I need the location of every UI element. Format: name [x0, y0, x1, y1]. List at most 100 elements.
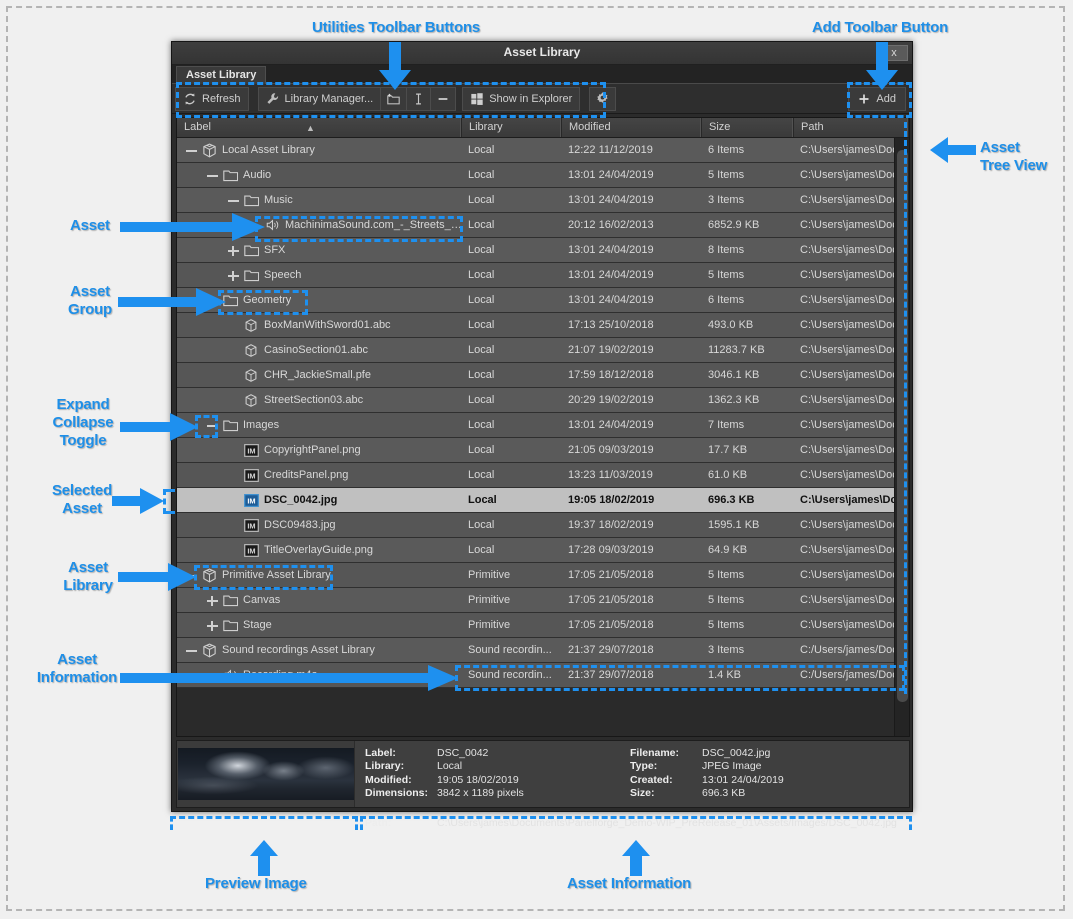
tree-rows: Local Asset LibraryLocal12:22 11/12/2019… [177, 138, 909, 688]
row-modified-cell: 21:37 29/07/2018 [562, 644, 702, 656]
expand-collapse-spacer [227, 444, 240, 457]
annotation-asset-group: Asset Group [41, 283, 139, 319]
info-row: Library:Local [365, 760, 524, 772]
refresh-icon [183, 92, 197, 106]
table-row[interactable]: CHR_JackieSmall.pfeLocal17:59 18/12/2018… [177, 363, 909, 388]
table-row[interactable]: SFXLocal13:01 24/04/20198 ItemsC:\Users\… [177, 238, 909, 263]
table-row[interactable]: IMCopyrightPanel.pngLocal21:05 09/03/201… [177, 438, 909, 463]
info-row-path: Path:C:\Users\james\Documents\Panelforge… [365, 817, 897, 829]
row-size-cell: 3 Items [702, 644, 794, 656]
table-row[interactable]: CasinoSection01.abcLocal21:07 19/02/2019… [177, 338, 909, 363]
row-modified-cell: 13:01 24/04/2019 [562, 269, 702, 281]
expand-toggle-icon[interactable] [227, 269, 240, 282]
table-row[interactable]: StreetSection03.abcLocal20:29 19/02/2019… [177, 388, 909, 413]
column-header-size[interactable]: Size [702, 118, 794, 137]
table-row[interactable]: IMCreditsPanel.pngLocal13:23 11/03/20196… [177, 463, 909, 488]
add-button[interactable]: Add [848, 87, 906, 111]
row-size-cell: 11283.7 KB [702, 344, 794, 356]
row-library-cell: Sound recordin... [462, 669, 562, 681]
info-field-key: Dimensions: [365, 787, 437, 799]
table-row[interactable]: BoxManWithSword01.abcLocal17:13 25/10/20… [177, 313, 909, 338]
expand-collapse-spacer [227, 344, 240, 357]
table-row[interactable]: Sound recordings Asset LibrarySound reco… [177, 638, 909, 663]
table-row[interactable]: Local Asset LibraryLocal12:22 11/12/2019… [177, 138, 909, 163]
tab-asset-library[interactable]: Asset Library [176, 66, 266, 84]
expand-toggle-icon[interactable] [206, 594, 219, 607]
arrow-asset-tree-view [930, 137, 976, 163]
info-field-key: Created: [630, 774, 702, 786]
table-row[interactable]: IMDSC09483.jpgLocal19:37 18/02/20191595.… [177, 513, 909, 538]
collapse-toggle-icon[interactable] [206, 419, 219, 432]
row-label-text: Speech [264, 269, 301, 281]
table-row[interactable]: SpeechLocal13:01 24/04/20195 ItemsC:\Use… [177, 263, 909, 288]
table-row[interactable]: Primitive Asset LibraryPrimitive17:05 21… [177, 563, 909, 588]
refresh-button[interactable]: Refresh [175, 87, 249, 111]
tree-vertical-scrollbar[interactable] [894, 138, 909, 736]
row-label-text: CopyrightPanel.png [264, 444, 361, 456]
table-row[interactable]: MusicLocal13:01 24/04/20193 ItemsC:\User… [177, 188, 909, 213]
image-icon: IM [243, 492, 259, 508]
row-size-cell: 493.0 KB [702, 319, 794, 331]
row-modified-cell: 21:05 09/03/2019 [562, 444, 702, 456]
row-size-cell: 1.4 KB [702, 669, 794, 681]
info-field-value: JPEG Image [702, 760, 762, 772]
show-in-explorer-button[interactable]: Show in Explorer [462, 87, 580, 111]
asset-tree-view[interactable]: Label ▲ Library Modified Size Path Local… [176, 117, 910, 737]
row-size-cell: 61.0 KB [702, 469, 794, 481]
annotation-asset-information-left: Asset Information [18, 651, 136, 687]
library-manager-button[interactable]: Library Manager... [258, 87, 381, 111]
image-icon: IM [243, 542, 259, 558]
expand-toggle-icon[interactable] [227, 244, 240, 257]
expand-toggle-icon[interactable] [206, 619, 219, 632]
svg-text:IM: IM [247, 546, 255, 555]
row-library-cell: Local [462, 469, 562, 481]
info-field-value: 19:05 18/02/2019 [437, 774, 519, 786]
column-header-label-text: Label [184, 121, 211, 133]
table-row[interactable]: IMDSC_0042.jpgLocal19:05 18/02/2019696.3… [177, 488, 909, 513]
collapse-toggle-icon[interactable] [185, 644, 198, 657]
rename-button[interactable] [406, 87, 430, 111]
row-library-cell: Local [462, 419, 562, 431]
column-header-modified[interactable]: Modified [562, 118, 702, 137]
row-library-cell: Local [462, 519, 562, 531]
column-header-label[interactable]: Label ▲ [177, 118, 462, 137]
collapse-toggle-icon[interactable] [227, 194, 240, 207]
table-row[interactable]: MachinimaSound.com_-_Streets_of...Local2… [177, 213, 909, 238]
settings-button[interactable] [589, 87, 616, 111]
row-size-cell: 6 Items [702, 144, 794, 156]
table-row[interactable]: IMTitleOverlayGuide.pngLocal17:28 09/03/… [177, 538, 909, 563]
collapse-toggle-icon[interactable] [206, 169, 219, 182]
table-row[interactable]: CanvasPrimitive17:05 21/05/20185 ItemsC:… [177, 588, 909, 613]
column-header-path[interactable]: Path [794, 118, 909, 137]
row-modified-cell: 17:05 21/05/2018 [562, 594, 702, 606]
tree-scrollbar-thumb[interactable] [897, 150, 908, 702]
svg-text:IM: IM [247, 471, 255, 480]
new-group-button[interactable] [380, 87, 406, 111]
row-library-cell: Primitive [462, 569, 562, 581]
row-path-cell: C:\Users\james\Documents\P... [794, 219, 909, 231]
info-field-key: Library: [365, 760, 437, 772]
row-label-cell: CHR_JackieSmall.pfe [177, 363, 462, 387]
image-icon: IM [243, 467, 259, 483]
collapse-toggle-icon[interactable] [185, 144, 198, 157]
table-row[interactable]: AudioLocal13:01 24/04/20195 ItemsC:\User… [177, 163, 909, 188]
row-path-cell: C:\Users\james\Documents\P... [794, 344, 909, 356]
arrow-preview-image [250, 840, 278, 876]
row-label-text: DSC09483.jpg [264, 519, 336, 531]
remove-button[interactable] [430, 87, 456, 111]
table-row[interactable]: GeometryLocal13:01 24/04/20196 ItemsC:\U… [177, 288, 909, 313]
row-label-text: Audio [243, 169, 271, 181]
expand-collapse-spacer [227, 544, 240, 557]
row-path-cell: C:\Users\james\Documents\P... [794, 469, 909, 481]
table-row[interactable]: ImagesLocal13:01 24/04/20197 ItemsC:\Use… [177, 413, 909, 438]
arrow-utilities-toolbar [375, 42, 415, 90]
info-field-value: 3842 x 1189 pixels [437, 787, 524, 799]
table-row[interactable]: StagePrimitive17:05 21/05/20185 ItemsC:\… [177, 613, 909, 638]
column-header-library[interactable]: Library [462, 118, 562, 137]
asset-information-panel: Label:DSC_0042Library:LocalModified:19:0… [176, 740, 910, 808]
info-field-value: DSC_0042 [437, 747, 488, 759]
asset-library-window: Asset Library x Asset Library Refresh [171, 41, 913, 812]
row-label-cell: StreetSection03.abc [177, 388, 462, 412]
info-field-key: Filename: [630, 747, 702, 759]
row-label-text: Local Asset Library [222, 144, 315, 156]
